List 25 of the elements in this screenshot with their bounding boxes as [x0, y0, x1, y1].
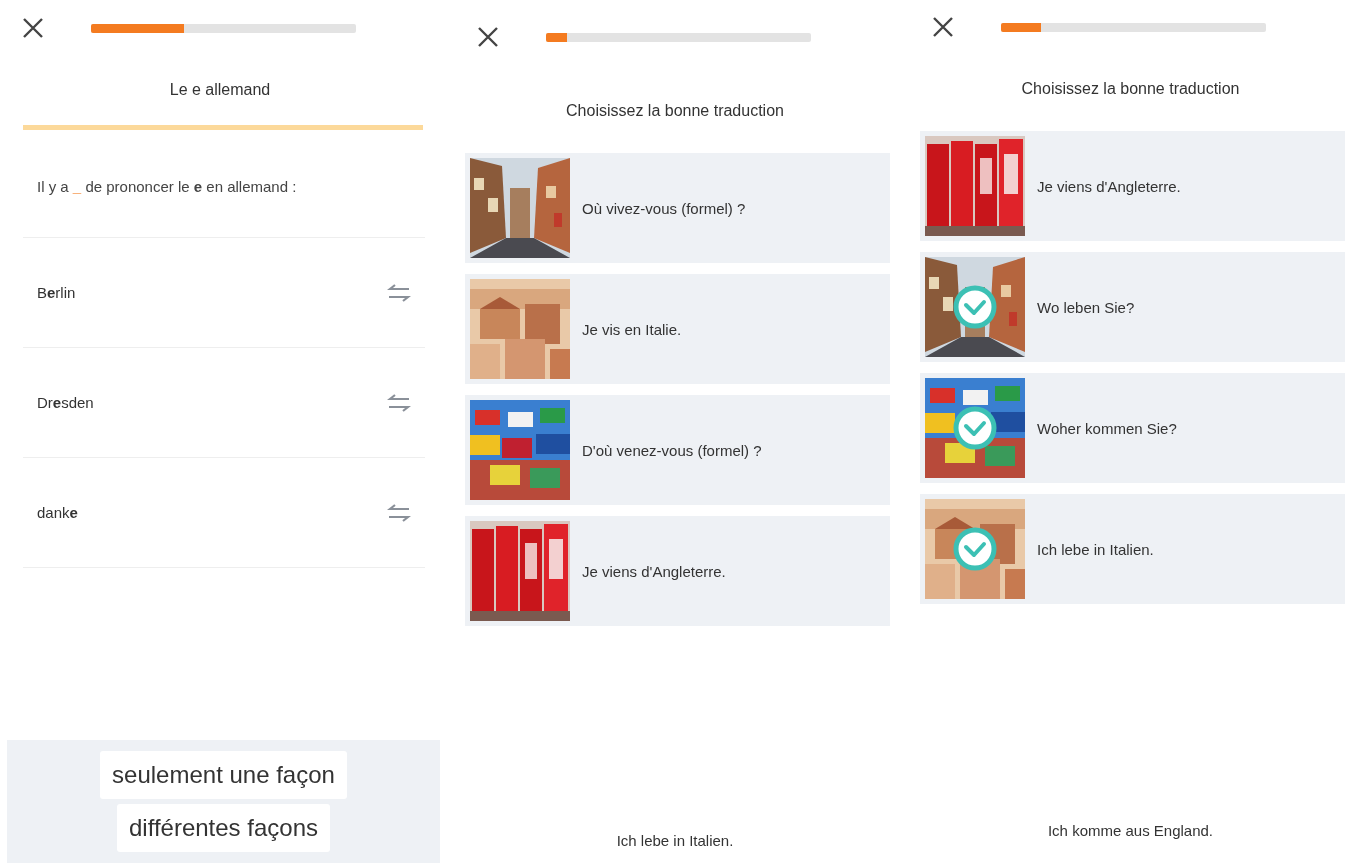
word-text: danke	[37, 504, 78, 521]
word-text: Dresden	[37, 394, 94, 411]
swap-icon[interactable]	[387, 282, 411, 303]
swap-icon[interactable]	[387, 392, 411, 413]
answer-card[interactable]: Je viens d'Angleterre.	[465, 516, 890, 626]
answer-card[interactable]: Ich lebe in Italien.	[920, 494, 1345, 604]
instruction-title: Choisissez la bonne traduction	[565, 102, 785, 120]
close-icon[interactable]	[477, 26, 499, 48]
prompt-sentence: Ich komme aus England.	[1046, 822, 1215, 839]
answer-card[interactable]: Je viens d'Angleterre.	[920, 131, 1345, 241]
answer-option[interactable]: différentes façons	[117, 804, 330, 852]
answer-card[interactable]: D'où venez-vous (formel) ?	[465, 395, 890, 505]
word-text: Berlin	[37, 284, 76, 301]
answer-card[interactable]: Je vis en Italie.	[465, 274, 890, 384]
prompt-sentence: Ich lebe in Italien.	[615, 832, 735, 849]
close-icon[interactable]	[22, 17, 44, 39]
lesson-title: Le e allemand	[168, 81, 272, 99]
answer-card[interactable]: Woher kommen Sie?	[920, 373, 1345, 483]
close-icon[interactable]	[932, 16, 954, 38]
instruction-title: Choisissez la bonne traduction	[1020, 80, 1241, 98]
prompt-text: Il y a _ de prononcer le e en allemand :	[37, 178, 298, 195]
answer-card[interactable]: Où vivez-vous (formel) ?	[465, 153, 890, 263]
swap-icon[interactable]	[387, 502, 411, 523]
answer-option[interactable]: seulement une façon	[100, 751, 347, 799]
answer-card[interactable]: Wo leben Sie?	[920, 252, 1345, 362]
